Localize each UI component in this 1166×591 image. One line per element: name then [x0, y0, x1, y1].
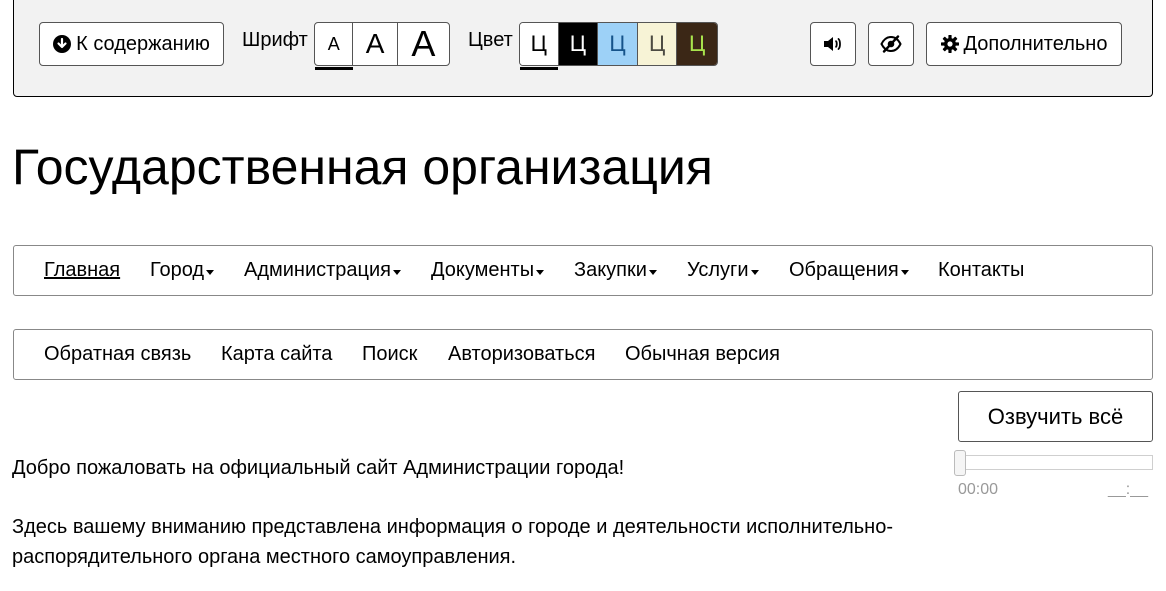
images-toggle-button[interactable] — [868, 22, 914, 66]
color-scheme-beige-button[interactable]: Ц — [637, 23, 678, 65]
color-scheme-white-glyph: Ц — [530, 31, 547, 56]
nav-item-sitemap[interactable]: Карта сайта — [221, 330, 332, 379]
caret-down-icon — [393, 269, 402, 275]
color-scheme-selected-indicator — [520, 67, 558, 70]
nav-item-procurement[interactable]: Закупки — [574, 246, 657, 295]
nav-item-label: Обычная версия — [625, 343, 781, 365]
color-scheme-blue-button[interactable]: Ц — [598, 23, 638, 65]
nav-item-label: Город — [150, 259, 205, 281]
color-scheme-white-button[interactable]: Ц — [520, 23, 559, 65]
nav-item-login[interactable]: Авторизоваться — [448, 330, 595, 379]
color-scheme-beige-glyph: Ц — [648, 31, 666, 56]
font-size-selected-indicator — [315, 67, 353, 70]
color-scheme-label: Цвет — [468, 29, 513, 51]
arrow-down-circle-icon — [53, 35, 72, 53]
audio-progress-track[interactable] — [958, 455, 1153, 470]
main-nav: Главная Город Администрация Документы За… — [13, 245, 1153, 296]
color-scheme-brown-glyph: Ц — [689, 31, 706, 56]
nav-item-documents[interactable]: Документы — [431, 246, 545, 295]
nav-item-contacts[interactable]: Контакты — [938, 246, 1024, 295]
nav-item-label: Главная — [44, 259, 121, 281]
intro-paragraph-line-2: распорядительного органа местного самоуп… — [12, 546, 517, 568]
nav-item-administration[interactable]: Администрация — [244, 246, 402, 295]
color-scheme-blue-glyph: Ц — [609, 31, 626, 56]
skip-to-content-button[interactable]: К содержанию — [39, 22, 224, 66]
font-size-medium-glyph: А — [365, 28, 385, 59]
color-scheme-black-glyph: Ц — [569, 31, 587, 56]
audio-progress-handle[interactable] — [954, 450, 966, 476]
caret-down-icon — [900, 269, 909, 275]
nav-item-city[interactable]: Город — [150, 246, 215, 295]
skip-to-content-label: К содержанию — [76, 32, 210, 55]
font-size-small-glyph: А — [327, 33, 340, 54]
caret-down-icon — [536, 269, 545, 275]
color-scheme-selector: Ц Ц Ц Ц Ц — [519, 22, 718, 66]
nav-item-label: Обращения — [789, 259, 899, 281]
welcome-paragraph: Добро пожаловать на официальный сайт Адм… — [12, 457, 625, 479]
font-size-small-button[interactable]: А — [315, 23, 354, 65]
intro-paragraph-line-1: Здесь вашему вниманию представлена инфор… — [12, 516, 894, 538]
nav-item-label: Администрация — [244, 259, 392, 281]
font-size-medium-button[interactable]: А — [353, 23, 398, 65]
nav-item-label: Контакты — [938, 259, 1025, 281]
page-title: Государственная организация — [12, 139, 713, 195]
read-all-button[interactable]: Озвучить всё — [958, 391, 1153, 442]
nav-item-search[interactable]: Поиск — [362, 330, 417, 379]
font-size-selector: А А А — [314, 22, 450, 66]
nav-item-label: Авторизоваться — [448, 343, 596, 365]
color-scheme-black-button[interactable]: Ц — [558, 23, 599, 65]
nav-item-label: Услуги — [687, 259, 749, 281]
nav-item-label: Поиск — [362, 343, 418, 365]
audio-current-time: 00:00 — [958, 481, 999, 498]
secondary-nav: Обратная связь Карта сайта Поиск Авториз… — [13, 329, 1153, 380]
nav-item-label: Карта сайта — [221, 343, 333, 365]
color-scheme-brown-button[interactable]: Ц — [677, 23, 717, 65]
caret-down-icon — [648, 269, 657, 275]
eye-slash-icon — [880, 35, 902, 53]
more-settings-button[interactable]: Дополнительно — [926, 22, 1122, 66]
nav-item-label: Закупки — [574, 259, 647, 281]
nav-item-home[interactable]: Главная — [44, 246, 120, 295]
font-size-label: Шрифт — [242, 29, 308, 51]
caret-down-icon — [750, 269, 759, 275]
font-size-large-button[interactable]: А — [398, 23, 449, 65]
font-size-large-glyph: А — [411, 23, 436, 64]
gear-icon — [940, 35, 959, 53]
nav-item-appeals[interactable]: Обращения — [789, 246, 909, 295]
nav-item-normal-version[interactable]: Обычная версия — [625, 330, 780, 379]
nav-item-label: Обратная связь — [44, 343, 192, 365]
more-settings-label: Дополнительно — [963, 32, 1108, 55]
speaker-icon — [823, 36, 843, 52]
nav-item-services[interactable]: Услуги — [687, 246, 759, 295]
audio-total-time: __:__ — [1108, 481, 1149, 498]
nav-item-feedback[interactable]: Обратная связь — [44, 330, 191, 379]
nav-item-label: Документы — [431, 259, 535, 281]
caret-down-icon — [206, 269, 215, 275]
sound-button[interactable] — [810, 22, 856, 66]
